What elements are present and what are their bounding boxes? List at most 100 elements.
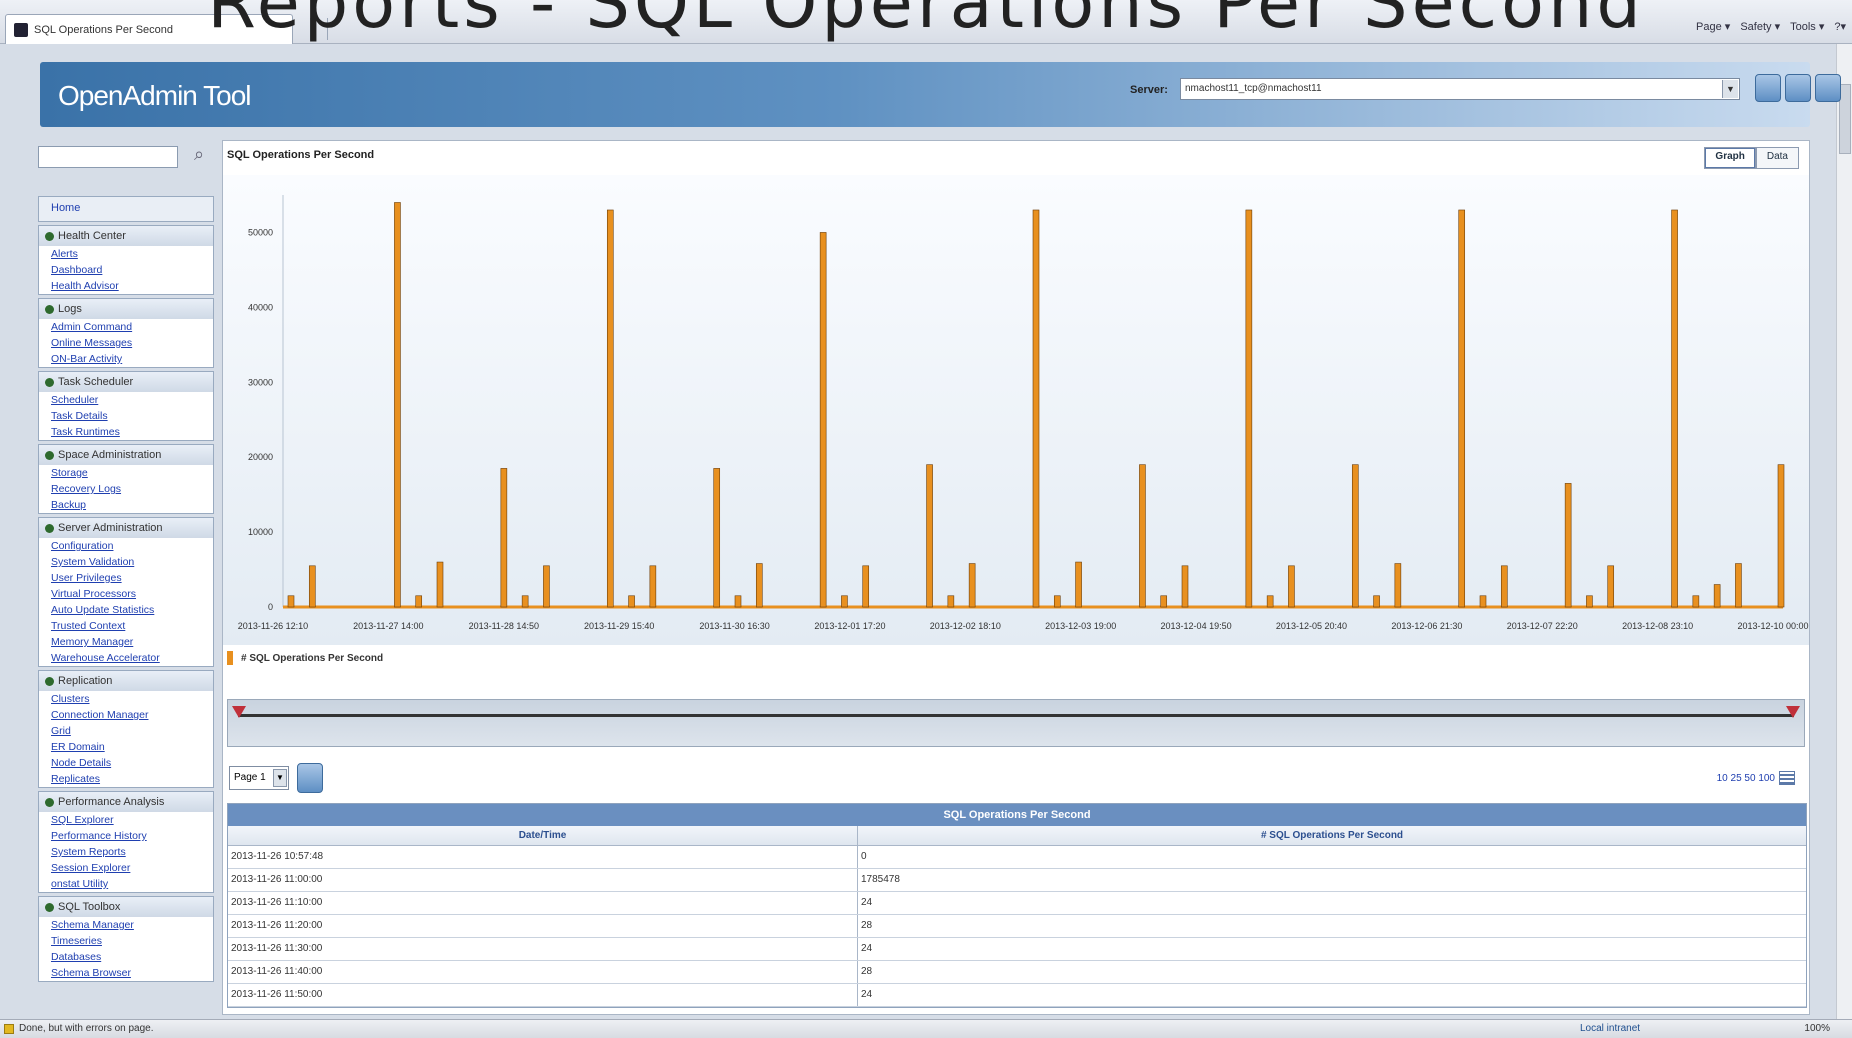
sidebar-item[interactable]: Memory Manager: [39, 634, 213, 650]
sidebar-section-header[interactable]: Space Administration: [39, 445, 213, 465]
sidebar-section-title: Task Scheduler: [58, 376, 134, 388]
sidebar-nav: Home Health Center Alerts Dashboard Health A…: [38, 196, 214, 982]
cell-ops: 24: [861, 943, 873, 954]
chevron-down-icon[interactable]: ▼: [1722, 80, 1738, 98]
tab-graph[interactable]: Graph: [1704, 147, 1756, 169]
grid-icon[interactable]: [1779, 771, 1795, 785]
sidebar-item[interactable]: Storage: [39, 465, 213, 481]
sidebar-item[interactable]: Auto Update Statistics: [39, 602, 213, 618]
cell-datetime: 2013-11-26 11:00:00: [228, 869, 858, 891]
status-text: Done, but with errors on page.: [19, 1023, 154, 1034]
chart-bar: [415, 595, 423, 608]
sidebar-item[interactable]: Timeseries: [39, 933, 213, 949]
sidebar-section-header[interactable]: Server Administration: [39, 518, 213, 538]
sidebar-item[interactable]: onstat Utility: [39, 876, 213, 892]
table-row[interactable]: 2013-11-26 11:20:00 28: [228, 915, 1806, 938]
cell-ops: 28: [861, 966, 873, 977]
chart-bar: [926, 464, 933, 608]
rows-per-page[interactable]: 10 25 50 100: [1717, 771, 1795, 785]
globe-icon: [45, 676, 54, 686]
sidebar-item[interactable]: User Privileges: [39, 570, 213, 586]
sidebar-section-header[interactable]: Health Center: [39, 226, 213, 246]
table-row[interactable]: 2013-11-26 10:57:48 0: [228, 846, 1806, 869]
sidebar-item[interactable]: Admin Command: [39, 319, 213, 335]
chart-bar: [713, 468, 721, 608]
table-row[interactable]: 2013-11-26 11:00:00 1785478: [228, 869, 1806, 892]
sidebar-item[interactable]: Trusted Context: [39, 618, 213, 634]
server-select[interactable]: nmachost11_tcp@nmachost11 ▼: [1180, 78, 1740, 100]
sidebar-section-title: Server Administration: [58, 522, 163, 534]
header-button-3[interactable]: [1815, 74, 1841, 102]
search-input[interactable]: [38, 146, 178, 168]
warning-icon[interactable]: [4, 1023, 14, 1034]
chevron-down-icon[interactable]: ▼: [273, 769, 287, 787]
table-row[interactable]: 2013-11-26 11:50:00 24: [228, 984, 1806, 1007]
sidebar-item[interactable]: Task Runtimes: [39, 424, 213, 440]
sidebar-section-title: Health Center: [58, 230, 126, 242]
sidebar-item[interactable]: SQL Explorer: [39, 812, 213, 828]
cell-datetime: 2013-11-26 10:57:48: [228, 846, 858, 868]
sidebar-item[interactable]: Connection Manager: [39, 707, 213, 723]
sidebar-section: Health Center Alerts Dashboard Health Advis…: [38, 225, 214, 295]
sidebar-item[interactable]: Virtual Processors: [39, 586, 213, 602]
y-tick-label: 30000: [248, 377, 273, 387]
sidebar-section: Space Administration Storage Recovery Logs…: [38, 444, 214, 514]
sidebar: ⌕ Home Health Center Alerts Dashboard Health…: [38, 140, 214, 1015]
zoom-level[interactable]: 100%: [1804, 1023, 1830, 1034]
sidebar-section: Logs Admin Command Online Messages ON-Bar A…: [38, 298, 214, 368]
sidebar-item[interactable]: Health Advisor: [39, 278, 213, 294]
search-icon[interactable]: ⌕: [188, 144, 210, 166]
sidebar-item[interactable]: ON-Bar Activity: [39, 351, 213, 367]
x-tick-label: 2013-12-05 20:40: [1276, 621, 1347, 631]
sidebar-item[interactable]: Alerts: [39, 246, 213, 262]
sidebar-item[interactable]: Replicates: [39, 771, 213, 787]
column-header-ops[interactable]: # SQL Operations Per Second: [858, 826, 1806, 845]
table-row[interactable]: 2013-11-26 11:40:00 28: [228, 961, 1806, 984]
cell-ops: 24: [861, 897, 873, 908]
pager: Page 1 ▼: [229, 763, 323, 793]
sidebar-item[interactable]: Scheduler: [39, 392, 213, 408]
sidebar-item[interactable]: Schema Browser: [39, 965, 213, 981]
sidebar-section-header[interactable]: Logs: [39, 299, 213, 319]
sidebar-item[interactable]: Performance History: [39, 828, 213, 844]
sidebar-item[interactable]: Task Details: [39, 408, 213, 424]
sidebar-section-header[interactable]: Performance Analysis: [39, 792, 213, 812]
sidebar-item[interactable]: Online Messages: [39, 335, 213, 351]
header-button-1[interactable]: [1755, 74, 1781, 102]
sidebar-section-header[interactable]: Task Scheduler: [39, 372, 213, 392]
x-tick-label: 2013-12-03 19:00: [1045, 621, 1116, 631]
sidebar-item[interactable]: Databases: [39, 949, 213, 965]
vertical-scrollbar[interactable]: [1836, 44, 1852, 1019]
sidebar-item[interactable]: Dashboard: [39, 262, 213, 278]
sidebar-item[interactable]: Clusters: [39, 691, 213, 707]
sidebar-item[interactable]: System Reports: [39, 844, 213, 860]
sidebar-item[interactable]: Configuration: [39, 538, 213, 554]
sidebar-section-header[interactable]: Replication: [39, 671, 213, 691]
sidebar-section-header[interactable]: SQL Toolbox: [39, 897, 213, 917]
header-button-2[interactable]: [1785, 74, 1811, 102]
sidebar-item[interactable]: Backup: [39, 497, 213, 513]
range-handle-left[interactable]: [232, 706, 246, 718]
x-tick-label: 2013-11-27 14:00: [353, 621, 423, 631]
rows-per-page-options[interactable]: 10 25 50 100: [1717, 773, 1775, 784]
table-row[interactable]: 2013-11-26 11:10:00 24: [228, 892, 1806, 915]
sidebar-item[interactable]: Session Explorer: [39, 860, 213, 876]
sidebar-item[interactable]: ER Domain: [39, 739, 213, 755]
sidebar-item[interactable]: System Validation: [39, 554, 213, 570]
sidebar-item[interactable]: Warehouse Accelerator: [39, 650, 213, 666]
sidebar-item[interactable]: Recovery Logs: [39, 481, 213, 497]
go-button[interactable]: [297, 763, 323, 793]
chart-bar: [1032, 209, 1040, 608]
range-handle-right[interactable]: [1786, 706, 1800, 718]
sidebar-item[interactable]: Grid: [39, 723, 213, 739]
page-select[interactable]: Page 1 ▼: [229, 766, 289, 790]
range-slider[interactable]: [227, 699, 1805, 747]
tab-data[interactable]: Data: [1755, 147, 1799, 169]
sidebar-item[interactable]: Node Details: [39, 755, 213, 771]
chart-bar: [1373, 595, 1380, 608]
table-row[interactable]: 2013-11-26 11:30:00 24: [228, 938, 1806, 961]
sidebar-item[interactable]: Schema Manager: [39, 917, 213, 933]
x-tick-label: 2013-12-10 00:00: [1737, 621, 1808, 631]
sidebar-item-home[interactable]: Home: [38, 196, 214, 222]
column-header-datetime[interactable]: Date/Time: [228, 826, 858, 845]
